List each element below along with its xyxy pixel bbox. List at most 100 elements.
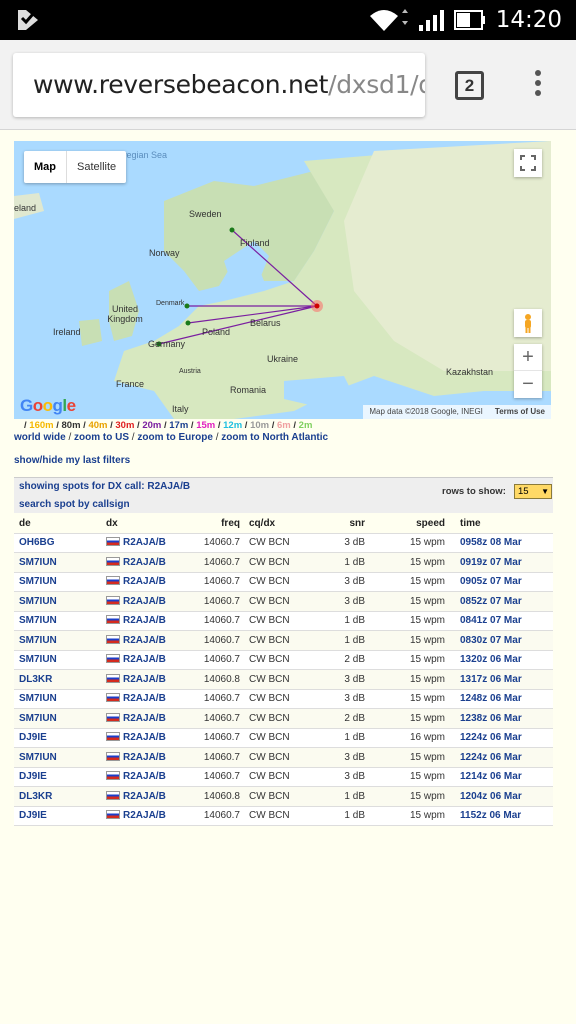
header-cq[interactable]: cq/dx [249, 514, 315, 534]
russia-flag-icon [106, 595, 120, 605]
band-20m[interactable]: 20m [142, 420, 161, 431]
status-bar: 14:20 [0, 0, 576, 40]
dx-callsign-link[interactable]: R2AJA/B [123, 771, 166, 782]
time-link[interactable]: 1238z 06 Mar [460, 713, 522, 724]
dx-callsign-link[interactable]: R2AJA/B [123, 635, 166, 646]
search-callsign-link[interactable]: search spot by callsign [19, 499, 130, 510]
time-link[interactable]: 0958z 08 Mar [460, 537, 522, 548]
time-link[interactable]: 1204z 06 Mar [460, 791, 522, 802]
world-wide-link[interactable]: world wide [14, 432, 66, 443]
dx-callsign-link[interactable]: R2AJA/B [123, 713, 166, 724]
street-view-pegman-icon[interactable] [514, 309, 542, 337]
frequency-cell: 14060.7 [192, 689, 249, 709]
spotter-callsign-link[interactable]: DL3KR [19, 791, 52, 802]
dx-callsign-link[interactable]: R2AJA/B [123, 537, 166, 548]
time-link[interactable]: 1320z 06 Mar [460, 654, 522, 665]
map-type-satellite-button[interactable]: Satellite [67, 151, 126, 183]
fullscreen-icon[interactable] [514, 149, 542, 177]
speed-cell: 15 wpm [365, 747, 445, 768]
spotter-callsign-link[interactable]: SM7IUN [19, 615, 57, 626]
table-row: SM7IUN R2AJA/B 14060.7 CW BCN 3 dB 15 wpm 1224… [14, 747, 553, 768]
band-30m[interactable]: 30m [115, 420, 134, 431]
frequency-cell: 14060.7 [192, 591, 249, 612]
rows-select[interactable]: 15 [514, 484, 552, 499]
header-de[interactable]: de [14, 514, 106, 534]
map-type-map-button[interactable]: Map [24, 151, 67, 183]
spot-map[interactable]: wegian Sea eland Sweden Finland Norway D… [14, 141, 551, 419]
time-link[interactable]: 1152z 06 Mar [460, 810, 521, 821]
spotter-callsign-link[interactable]: SM7IUN [19, 635, 57, 646]
russia-flag-icon [106, 771, 120, 781]
band-15m[interactable]: 15m [196, 420, 215, 431]
spotter-callsign-link[interactable]: DJ9IE [19, 771, 47, 782]
dx-callsign-link[interactable]: R2AJA/B [123, 791, 166, 802]
dx-callsign-link[interactable]: R2AJA/B [123, 654, 166, 665]
dx-callsign-link[interactable]: R2AJA/B [123, 693, 166, 704]
zoom-links: world wide / zoom to US / zoom to Europe… [14, 432, 329, 443]
spotter-callsign-link[interactable]: SM7IUN [19, 713, 57, 724]
header-speed[interactable]: speed [365, 514, 445, 534]
time-link[interactable]: 0830z 07 Mar [460, 635, 522, 646]
spotter-callsign-link[interactable]: DJ9IE [19, 732, 47, 743]
snr-cell: 3 dB [315, 591, 365, 612]
time-link[interactable]: 1317z 06 Mar [460, 674, 522, 685]
overflow-menu-icon[interactable] [530, 70, 546, 104]
time-link[interactable]: 0852z 07 Mar [460, 596, 522, 607]
dx-callsign-link[interactable]: R2AJA/B [123, 596, 166, 607]
zoom-europe-link[interactable]: zoom to Europe [137, 432, 213, 443]
tab-switcher-button[interactable]: 2 [455, 71, 484, 100]
time-link[interactable]: 1224z 06 Mar [460, 752, 522, 763]
time-link[interactable]: 0841z 07 Mar [460, 615, 522, 626]
band-80m[interactable]: 80m [62, 420, 81, 431]
time-link[interactable]: 1224z 06 Mar [460, 732, 522, 743]
zoom-out-button[interactable]: − [514, 371, 542, 398]
dx-callsign-link[interactable]: R2AJA/B [123, 752, 166, 763]
snr-cell: 1 dB [315, 786, 365, 807]
band-40m[interactable]: 40m [88, 420, 107, 431]
spotter-callsign-link[interactable]: DL3KR [19, 674, 52, 685]
zoom-control: + − [514, 344, 542, 398]
dx-callsign-link[interactable]: R2AJA/B [123, 732, 166, 743]
dx-callsign-link[interactable]: R2AJA/B [123, 674, 166, 685]
dx-callsign-link[interactable]: R2AJA/B [123, 557, 166, 568]
zoom-us-link[interactable]: zoom to US [74, 432, 129, 443]
spotter-callsign-link[interactable]: SM7IUN [19, 557, 57, 568]
header-snr[interactable]: snr [315, 514, 365, 534]
address-bar[interactable]: www.reversebeacon.net/dxsd1/d [13, 53, 425, 117]
spotter-callsign-link[interactable]: SM7IUN [19, 576, 57, 587]
dx-callsign-link[interactable]: R2AJA/B [123, 810, 166, 821]
zoom-north-atlantic-link[interactable]: zoom to North Atlantic [221, 432, 328, 443]
band-10m[interactable]: 10m [250, 420, 269, 431]
zoom-in-button[interactable]: + [514, 344, 542, 371]
map-label-denmark: Denmark [156, 300, 185, 307]
dx-callsign-link[interactable]: R2AJA/B [123, 576, 166, 587]
header-freq[interactable]: freq [192, 514, 249, 534]
band-2m[interactable]: 2m [299, 420, 313, 431]
mode-cell: CW BCN [249, 786, 315, 807]
time-link[interactable]: 0919z 07 Mar [460, 557, 522, 568]
time-link[interactable]: 0905z 07 Mar [460, 576, 522, 587]
header-dx[interactable]: dx [106, 514, 192, 534]
show-hide-filters-link[interactable]: show/hide my last filters [14, 455, 130, 466]
spotter-callsign-link[interactable]: SM7IUN [19, 654, 57, 665]
speed-cell: 15 wpm [365, 572, 445, 592]
dx-callsign-link[interactable]: R2AJA/B [123, 615, 166, 626]
map-label-germany: Germany [148, 339, 186, 349]
showing-spots-link[interactable]: showing spots for DX call: R2AJA/B [19, 481, 190, 492]
map-label-italy: Italy [172, 404, 189, 414]
snr-cell: 1 dB [315, 806, 365, 826]
time-link[interactable]: 1248z 06 Mar [460, 693, 522, 704]
spotter-callsign-link[interactable]: SM7IUN [19, 693, 57, 704]
time-link[interactable]: 1214z 06 Mar [460, 771, 522, 782]
spotter-callsign-link[interactable]: OH6BG [19, 537, 55, 548]
band-17m[interactable]: 17m [169, 420, 188, 431]
band-12m[interactable]: 12m [223, 420, 242, 431]
spotter-callsign-link[interactable]: DJ9IE [19, 810, 47, 821]
terms-of-use-link[interactable]: Terms of Use [495, 407, 545, 417]
header-time[interactable]: time [445, 514, 553, 534]
band-160m[interactable]: 160m [29, 420, 53, 431]
spotter-callsign-link[interactable]: SM7IUN [19, 596, 57, 607]
snr-cell: 3 dB [315, 767, 365, 787]
spotter-callsign-link[interactable]: SM7IUN [19, 752, 57, 763]
band-6m[interactable]: 6m [277, 420, 291, 431]
